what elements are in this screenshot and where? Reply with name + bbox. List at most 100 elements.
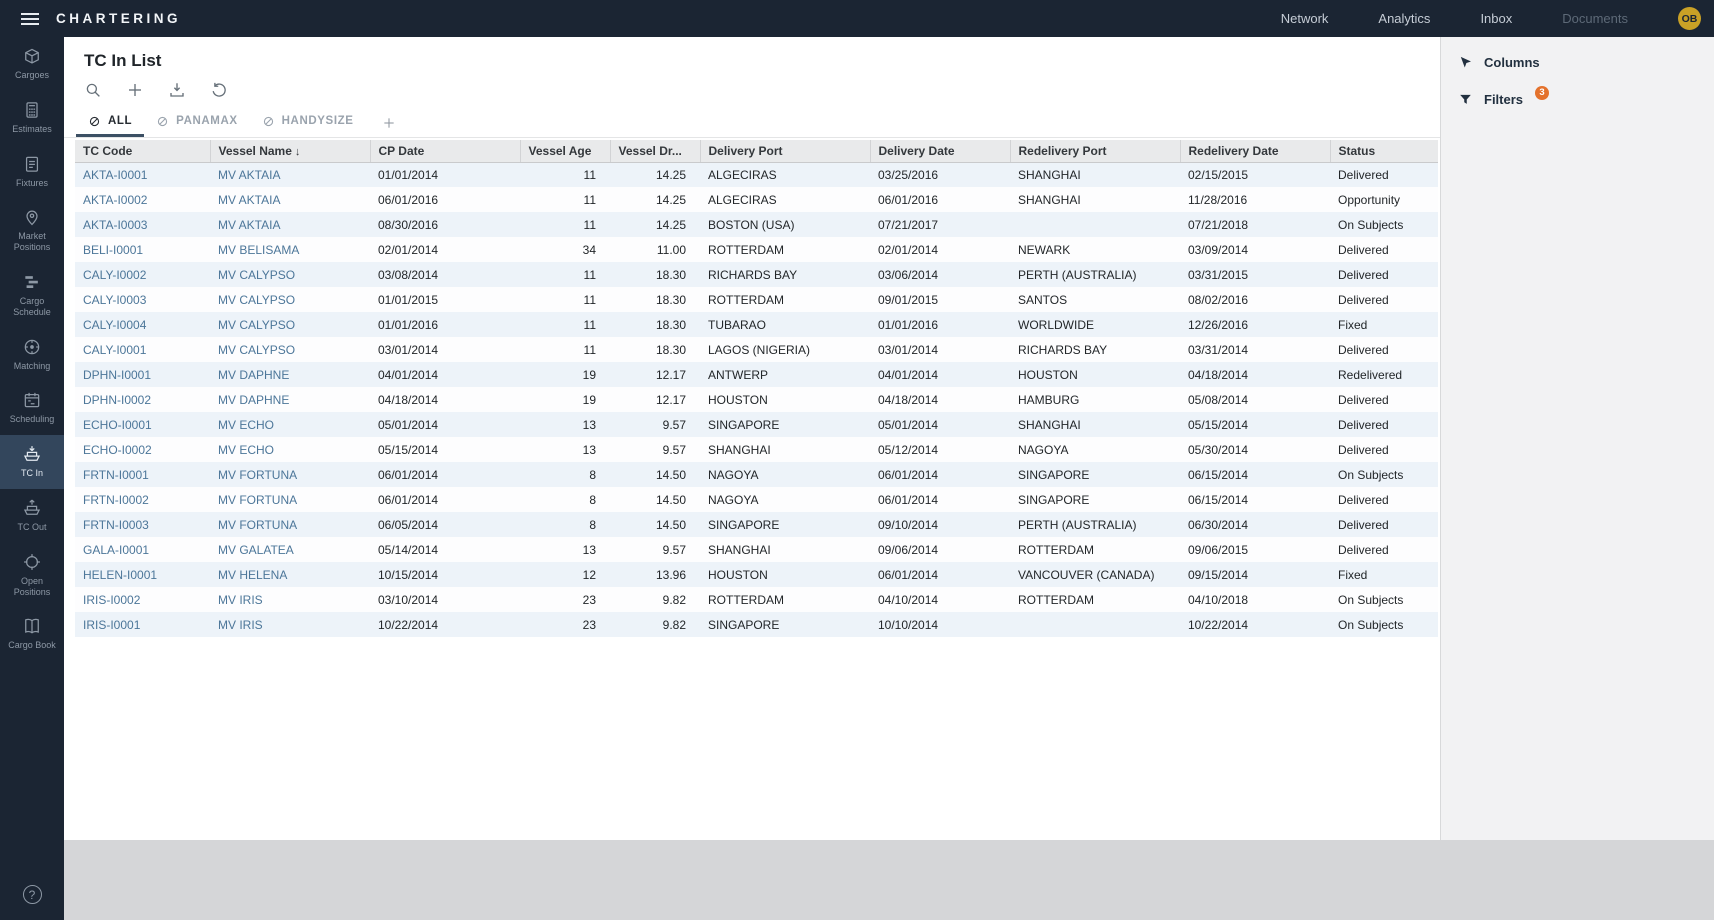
vessel-name-link[interactable]: MV IRIS <box>218 618 263 632</box>
col-header-delivery-date[interactable]: Delivery Date <box>870 140 1010 162</box>
col-header-cp-date[interactable]: CP Date <box>370 140 520 162</box>
nav-analytics[interactable]: Analytics <box>1378 11 1430 26</box>
col-header-tc-code[interactable]: TC Code <box>75 140 210 162</box>
nav-inbox[interactable]: Inbox <box>1480 11 1512 26</box>
sidebar-item-cargoes[interactable]: Cargoes <box>0 37 64 91</box>
vessel-name-link[interactable]: MV AKTAIA <box>218 193 280 207</box>
sidebar-item-scheduling[interactable]: Scheduling <box>0 381 64 435</box>
table-row[interactable]: GALA-I0001MV GALATEA05/14/2014139.57SHAN… <box>75 537 1438 562</box>
table-row[interactable]: DPHN-I0001MV DAPHNE04/01/20141912.17ANTW… <box>75 362 1438 387</box>
tc-code-link[interactable]: DPHN-I0001 <box>83 368 151 382</box>
table-row[interactable]: AKTA-I0003MV AKTAIA08/30/20161114.25BOST… <box>75 212 1438 237</box>
vessel-name-link[interactable]: MV ECHO <box>218 443 274 457</box>
col-header-status[interactable]: Status <box>1330 140 1438 162</box>
tc-code-link[interactable]: FRTN-I0002 <box>83 493 149 507</box>
table-row[interactable]: AKTA-I0001MV AKTAIA01/01/20141114.25ALGE… <box>75 162 1438 187</box>
sidebar-item-cargo-schedule[interactable]: Cargo Schedule <box>0 263 64 328</box>
tc-code-link[interactable]: IRIS-I0002 <box>83 593 140 607</box>
table-row[interactable]: CALY-I0002MV CALYPSO03/08/20141118.30RIC… <box>75 262 1438 287</box>
vessel-name-link[interactable]: MV IRIS <box>218 593 263 607</box>
estimates-icon <box>22 100 42 120</box>
tc-code-link[interactable]: CALY-I0004 <box>83 318 146 332</box>
sidebar-item-open-positions[interactable]: Open Positions <box>0 543 64 608</box>
table-row[interactable]: DPHN-I0002MV DAPHNE04/18/20141912.17HOUS… <box>75 387 1438 412</box>
vessel-name-link[interactable]: MV AKTAIA <box>218 218 280 232</box>
sidebar-item-tc-out[interactable]: TC Out <box>0 489 64 543</box>
filters-button[interactable]: Filters 3 <box>1441 81 1714 118</box>
sidebar-item-market-positions[interactable]: Market Positions <box>0 198 64 263</box>
table-row[interactable]: IRIS-I0001MV IRIS10/22/2014239.82SINGAPO… <box>75 612 1438 637</box>
tc-code-link[interactable]: HELEN-I0001 <box>83 568 157 582</box>
col-header-vessel-dr[interactable]: Vessel Dr... <box>610 140 700 162</box>
tc-code-link[interactable]: GALA-I0001 <box>83 543 149 557</box>
download-button[interactable] <box>168 81 186 99</box>
vessel-name-link[interactable]: MV AKTAIA <box>218 168 280 182</box>
tc-code-link[interactable]: FRTN-I0001 <box>83 468 149 482</box>
filters-label: Filters <box>1484 92 1523 107</box>
open-positions-icon <box>22 552 42 572</box>
table-row[interactable]: ECHO-I0001MV ECHO05/01/2014139.57SINGAPO… <box>75 412 1438 437</box>
nav-documents[interactable]: Documents <box>1562 11 1628 26</box>
table-row[interactable]: CALY-I0003MV CALYPSO01/01/20151118.30ROT… <box>75 287 1438 312</box>
tab-handysize[interactable]: HANDYSIZE <box>250 108 366 137</box>
vessel-name-link[interactable]: MV DAPHNE <box>218 393 289 407</box>
tc-code-link[interactable]: CALY-I0001 <box>83 343 146 357</box>
col-header-redelivery-date[interactable]: Redelivery Date <box>1180 140 1330 162</box>
col-header-vessel-name[interactable]: Vessel Name↓ <box>210 140 370 162</box>
sidebar-item-matching[interactable]: Matching <box>0 328 64 382</box>
tc-code-link[interactable]: CALY-I0003 <box>83 293 146 307</box>
tc-code-link[interactable]: AKTA-I0002 <box>83 193 147 207</box>
avatar[interactable]: OB <box>1678 7 1701 30</box>
menu-icon[interactable] <box>21 13 39 25</box>
table-row[interactable]: ECHO-I0002MV ECHO05/15/2014139.57SHANGHA… <box>75 437 1438 462</box>
table-row[interactable]: HELEN-I0001MV HELENA10/15/20141213.96HOU… <box>75 562 1438 587</box>
add-button[interactable] <box>126 81 144 99</box>
tc-code-link[interactable]: IRIS-I0001 <box>83 618 140 632</box>
col-header-redelivery-port[interactable]: Redelivery Port <box>1010 140 1180 162</box>
tc-code-link[interactable]: DPHN-I0002 <box>83 393 151 407</box>
sidebar-item-cargo-book[interactable]: Cargo Book <box>0 607 64 661</box>
table-row[interactable]: BELI-I0001MV BELISAMA02/01/20143411.00RO… <box>75 237 1438 262</box>
reset-button[interactable] <box>210 81 228 99</box>
tab-all[interactable]: ALL <box>76 108 144 137</box>
table-row[interactable]: CALY-I0001MV CALYPSO03/01/20141118.30LAG… <box>75 337 1438 362</box>
tc-code-link[interactable]: CALY-I0002 <box>83 268 146 282</box>
sidebar-item-fixtures[interactable]: Fixtures <box>0 145 64 199</box>
tc-code-link[interactable]: ECHO-I0002 <box>83 443 152 457</box>
columns-button[interactable]: Columns <box>1441 44 1714 81</box>
table-row[interactable]: AKTA-I0002MV AKTAIA06/01/20161114.25ALGE… <box>75 187 1438 212</box>
tab-panamax[interactable]: PANAMAX <box>144 108 250 137</box>
vessel-name-link[interactable]: MV HELENA <box>218 568 287 582</box>
vessel-name-link[interactable]: MV ECHO <box>218 418 274 432</box>
sidebar-item-label: Fixtures <box>16 178 48 189</box>
table-row[interactable]: FRTN-I0003MV FORTUNA06/05/2014814.50SING… <box>75 512 1438 537</box>
search-button[interactable] <box>84 81 102 99</box>
vessel-name-link[interactable]: MV FORTUNA <box>218 518 297 532</box>
tc-code-link[interactable]: BELI-I0001 <box>83 243 143 257</box>
vessel-name-link[interactable]: MV FORTUNA <box>218 493 297 507</box>
tc-code-link[interactable]: ECHO-I0001 <box>83 418 152 432</box>
vessel-name-link[interactable]: MV GALATEA <box>218 543 294 557</box>
col-header-vessel-age[interactable]: Vessel Age <box>520 140 610 162</box>
vessel-name-link[interactable]: MV DAPHNE <box>218 368 289 382</box>
add-view-button[interactable] <box>366 108 412 137</box>
vessel-name-link[interactable]: MV CALYPSO <box>218 268 295 282</box>
table-row[interactable]: FRTN-I0001MV FORTUNA06/01/2014814.50NAGO… <box>75 462 1438 487</box>
table-row[interactable]: FRTN-I0002MV FORTUNA06/01/2014814.50NAGO… <box>75 487 1438 512</box>
col-header-delivery-port[interactable]: Delivery Port <box>700 140 870 162</box>
vessel-name-link[interactable]: MV CALYPSO <box>218 343 295 357</box>
vessel-name-link[interactable]: MV BELISAMA <box>218 243 299 257</box>
tc-code-link[interactable]: FRTN-I0003 <box>83 518 149 532</box>
table-row[interactable]: CALY-I0004MV CALYPSO01/01/20161118.30TUB… <box>75 312 1438 337</box>
vessel-name-link[interactable]: MV FORTUNA <box>218 468 297 482</box>
sidebar-item-estimates[interactable]: Estimates <box>0 91 64 145</box>
nav-network[interactable]: Network <box>1281 11 1329 26</box>
vessel-name-link[interactable]: MV CALYPSO <box>218 318 295 332</box>
help-button[interactable]: ? <box>23 885 42 904</box>
tc-code-link[interactable]: AKTA-I0003 <box>83 218 147 232</box>
vessel-name-link[interactable]: MV CALYPSO <box>218 293 295 307</box>
sidebar-item-label: Open Positions <box>2 576 62 598</box>
sidebar-item-tc-in[interactable]: TC In <box>0 435 64 489</box>
table-row[interactable]: IRIS-I0002MV IRIS03/10/2014239.82ROTTERD… <box>75 587 1438 612</box>
tc-code-link[interactable]: AKTA-I0001 <box>83 168 147 182</box>
